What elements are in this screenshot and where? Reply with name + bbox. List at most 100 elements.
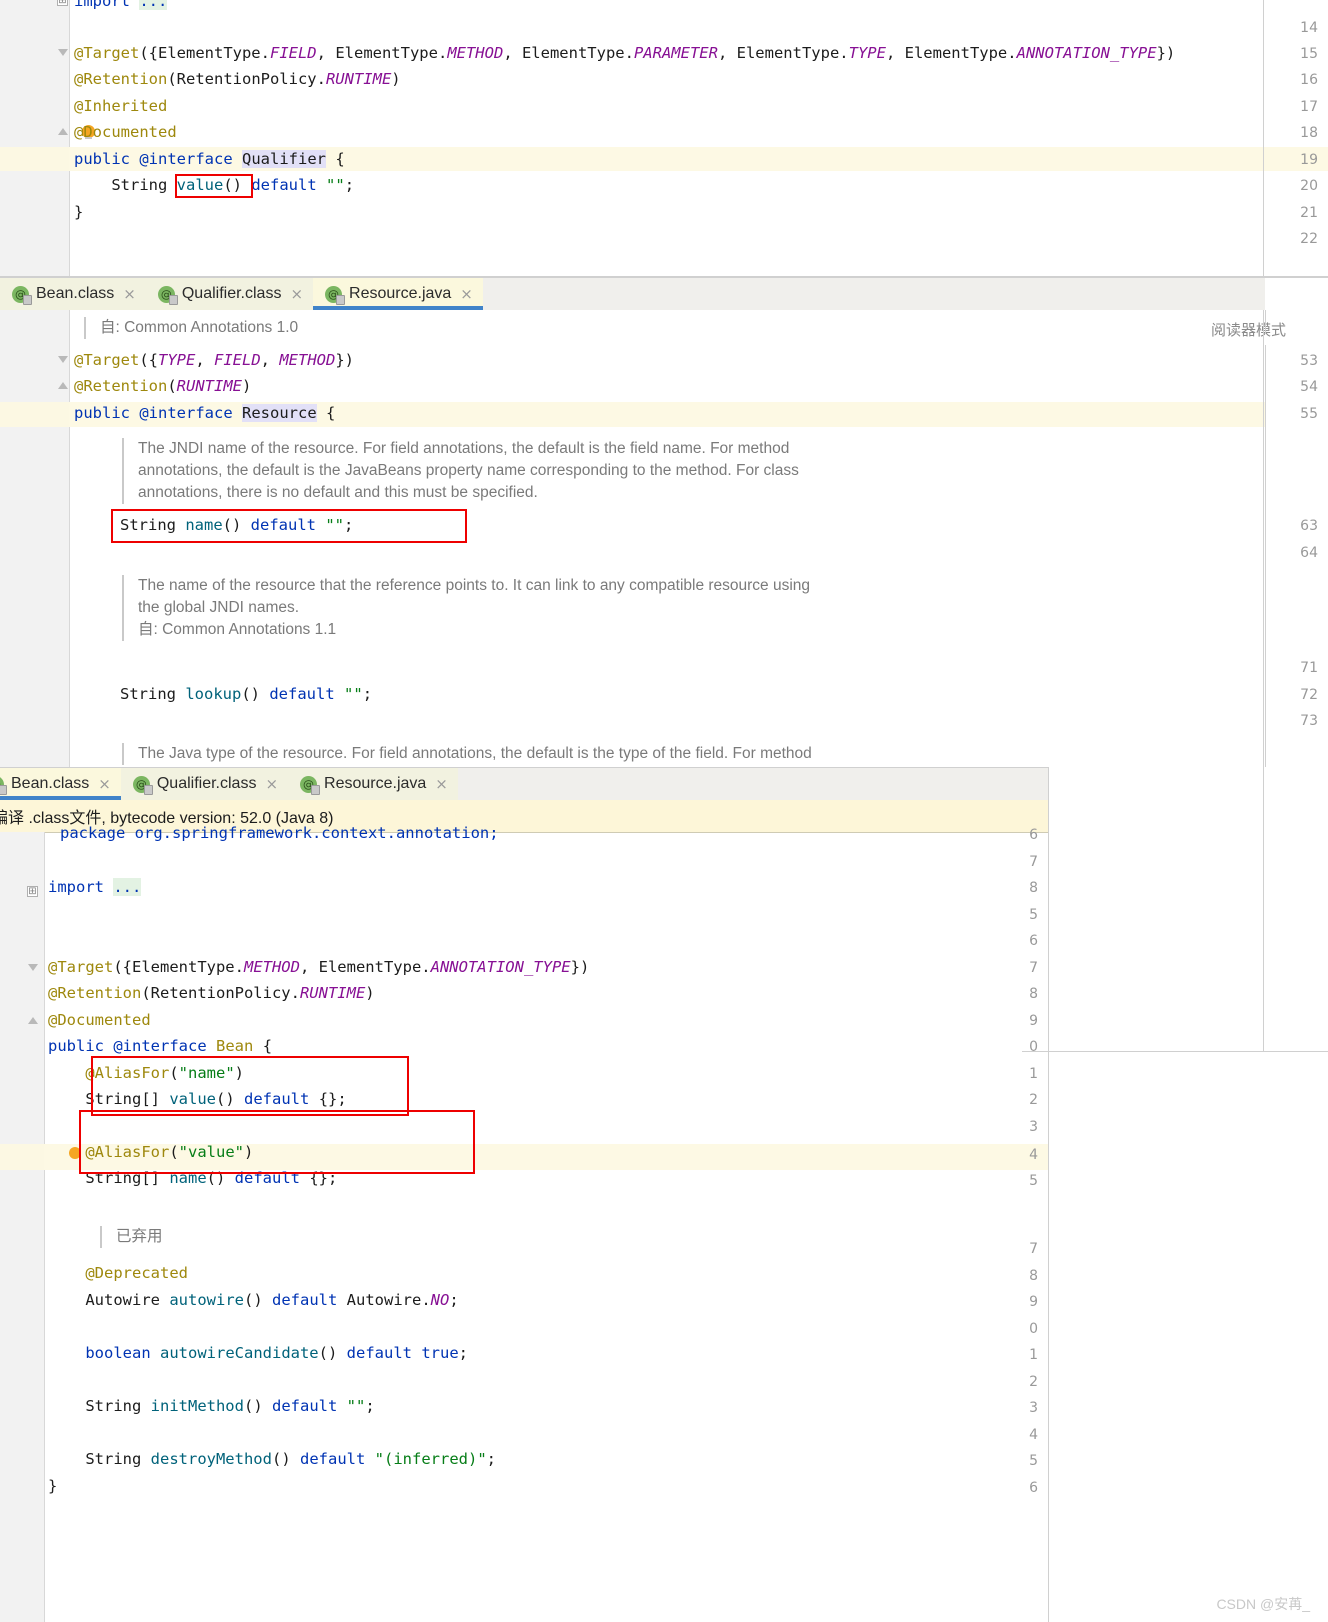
line-number: 4 [1029, 1147, 1038, 1163]
tab-label: Bean.class [36, 285, 115, 302]
tab-qualifier-class[interactable]: @ Qualifier.class × [145, 278, 314, 310]
middle-right-divider-2 [1265, 345, 1266, 767]
line-number: 72 [1300, 687, 1318, 703]
annotation-class-icon: @ [325, 285, 346, 305]
line-number: 7 [1029, 960, 1038, 976]
code-line-documented[interactable]: @Documented [48, 1011, 151, 1029]
line-number: 0 [1029, 1321, 1038, 1337]
tab-label: Resource.java [324, 775, 427, 792]
code-line-value-method[interactable]: String value() default ""; [74, 176, 354, 194]
code-line-name-method[interactable]: String[] name() default {}; [48, 1169, 337, 1187]
code-line-inherited[interactable]: @Inherited [74, 97, 167, 115]
doc-line: The Java type of the resource. For field… [138, 745, 812, 762]
code-line-aliasfor-name[interactable]: @AliasFor("name") [48, 1064, 244, 1082]
middle-right-divider [1265, 310, 1266, 334]
close-icon[interactable]: × [435, 775, 448, 793]
tab-resource-java[interactable]: @ Resource.java × [313, 278, 483, 310]
code-line-import[interactable]: import ... [48, 878, 142, 896]
close-icon[interactable]: × [123, 285, 136, 303]
line-number: 7 [1029, 854, 1038, 870]
close-icon[interactable]: × [98, 775, 111, 793]
tab-resource-java[interactable]: @ Resource.java × [288, 768, 458, 800]
code-line-documented[interactable]: @Documented [74, 123, 177, 141]
code-line-autowirecandidate-method[interactable]: boolean autowireCandidate() default true… [48, 1344, 468, 1362]
line-number: 18 [1300, 125, 1318, 141]
bottom-gutter [0, 832, 44, 1622]
line-number: 8 [1029, 1268, 1038, 1284]
close-icon[interactable]: × [460, 285, 473, 303]
resource-editor-panel: @ Bean.class × @ Qualifier.class × @ Res… [0, 277, 1328, 767]
middle-current-line-gutter-highlight [0, 402, 69, 427]
code-line-aliasfor-value[interactable]: @AliasFor("value") [48, 1143, 253, 1161]
fold-region-end-icon[interactable] [58, 382, 68, 389]
annotation-class-icon: @ [300, 775, 321, 795]
line-number: 1 [1029, 1066, 1038, 1082]
since-text: 自: Common Annotations 1.0 [100, 319, 299, 336]
line-number: 54 [1300, 379, 1318, 395]
middle-gutter-separator [69, 310, 70, 767]
line-number: 6 [1029, 827, 1038, 843]
code-line-target[interactable]: @Target({ElementType.METHOD, ElementType… [48, 958, 589, 976]
line-number: 64 [1300, 545, 1318, 561]
close-icon[interactable]: × [290, 285, 303, 303]
fold-region-end-icon[interactable] [28, 1017, 38, 1024]
code-line-interface-qualifier[interactable]: public @interface Qualifier { [74, 150, 345, 168]
code-line-retention[interactable]: @Retention(RetentionPolicy.RUNTIME) [74, 70, 401, 88]
bottom-tab-strip[interactable]: @ Bean.class × @ Qualifier.class × @ Res… [0, 768, 1048, 800]
code-line-name-method[interactable]: String name() default ""; [120, 516, 353, 534]
code-line-target[interactable]: @Target({ElementType.FIELD, ElementType.… [74, 44, 1175, 62]
line-number: 5 [1029, 1173, 1038, 1189]
annotation-class-icon: @ [12, 285, 32, 305]
code-line-close-brace[interactable]: } [48, 1477, 57, 1495]
code-line-destroymethod-method[interactable]: String destroyMethod() default "(inferre… [48, 1450, 496, 1468]
doc-line: annotations, the default is the JavaBean… [138, 462, 799, 479]
middle-tab-strip[interactable]: @ Bean.class × @ Qualifier.class × @ Res… [0, 278, 1265, 310]
top-gutter-separator [69, 0, 70, 277]
since-header-block: 自: Common Annotations 1.0 [84, 317, 298, 339]
doc-block-lookup: The name of the resource that the refere… [122, 575, 810, 641]
code-line-initmethod-method[interactable]: String initMethod() default ""; [48, 1397, 374, 1415]
code-line-autowire-method[interactable]: Autowire autowire() default Autowire.NO; [48, 1291, 458, 1309]
doc-line: the global JNDI names. [138, 599, 300, 616]
annotation-class-icon: @ [132, 775, 153, 795]
tab-bean-class[interactable]: @ Bean.class × [0, 278, 146, 310]
tab-label: Qualifier.class [181, 285, 282, 302]
fold-region-start-icon[interactable] [58, 49, 68, 56]
doc-line: annotations, there is no default and thi… [138, 484, 538, 501]
fold-region-start-icon[interactable] [58, 356, 68, 363]
reader-mode-label[interactable]: 阅读器模式 [1211, 319, 1286, 340]
tab-qualifier-class[interactable]: @ Qualifier.class × [120, 768, 289, 800]
code-line-retention[interactable]: @Retention(RUNTIME) [74, 377, 251, 395]
top-gutter [0, 0, 69, 277]
line-number: 5 [1029, 1453, 1038, 1469]
tab-label: Qualifier.class [156, 775, 257, 792]
line-number: 2 [1029, 1092, 1038, 1108]
right-editor-divider-bottom [1263, 310, 1264, 1052]
code-line-package[interactable]: package org.springframework.context.anno… [60, 824, 499, 842]
close-icon[interactable]: × [265, 775, 278, 793]
code-line-interface-bean[interactable]: public @interface Bean { [48, 1037, 272, 1055]
code-line-interface-resource[interactable]: public @interface Resource { [74, 404, 335, 422]
line-number: 8 [1029, 880, 1038, 896]
fold-collapse-icon[interactable]: ⊞ [57, 0, 68, 6]
fold-region-end-icon[interactable] [58, 128, 68, 135]
line-number: 17 [1300, 99, 1318, 115]
line-number: 8 [1029, 986, 1038, 1002]
code-line-value-method[interactable]: String[] value() default {}; [48, 1090, 346, 1108]
fold-region-start-icon[interactable] [28, 964, 38, 971]
line-number: 9 [1029, 1013, 1038, 1029]
code-line-import[interactable]: import ... [74, 0, 168, 10]
code-line-target[interactable]: @Target({TYPE, FIELD, METHOD}) [74, 351, 354, 369]
code-line-lookup-method[interactable]: String lookup() default ""; [120, 685, 372, 703]
code-line-retention[interactable]: @Retention(RetentionPolicy.RUNTIME) [48, 984, 375, 1002]
annotation-class-icon: @ [0, 775, 7, 795]
fold-collapse-icon[interactable]: ⊞ [27, 886, 38, 897]
middle-gutter [0, 310, 69, 767]
middle-tabstrip-top-border [0, 277, 1328, 278]
tab-label: Bean.class [11, 775, 90, 792]
tab-bean-class[interactable]: @ Bean.class × [0, 768, 121, 800]
code-line-close-brace[interactable]: } [74, 203, 83, 221]
doc-block-type: The Java type of the resource. For field… [122, 743, 812, 765]
code-line-deprecated[interactable]: @Deprecated [48, 1264, 188, 1282]
doc-block-name: The JNDI name of the resource. For field… [122, 438, 799, 504]
